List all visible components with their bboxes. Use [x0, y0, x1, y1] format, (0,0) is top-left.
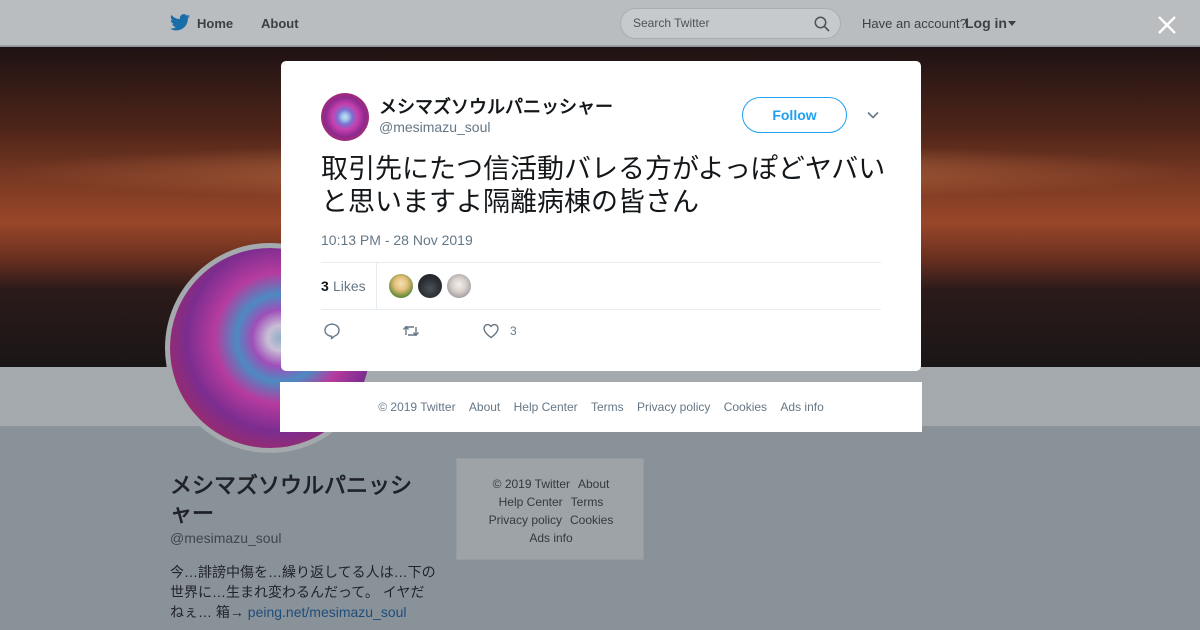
login-link[interactable]: Log in	[965, 15, 1007, 31]
chevron-down-icon[interactable]	[1008, 21, 1016, 26]
nav-home-link[interactable]: Home	[197, 16, 233, 31]
footer-cookies-link[interactable]: Cookies	[570, 513, 613, 527]
profile-name: メシマズソウルパニッシャー	[170, 473, 413, 526]
liker-avatar[interactable]	[418, 274, 442, 298]
chevron-down-icon[interactable]	[867, 111, 879, 119]
retweet-icon[interactable]	[402, 322, 420, 340]
footer-privacy-link[interactable]: Privacy policy	[489, 513, 562, 527]
have-account-text: Have an account?	[862, 16, 967, 31]
top-navigation-bar: Home About Search Twitter Have an accoun…	[0, 0, 1200, 46]
follow-button[interactable]: Follow	[742, 97, 847, 133]
search-placeholder: Search Twitter	[633, 16, 710, 30]
divider	[376, 263, 377, 309]
twitter-bird-icon[interactable]	[170, 14, 190, 31]
divider	[321, 309, 881, 310]
footer-ads-link[interactable]: Ads info	[529, 531, 572, 545]
likes-label[interactable]: Likes	[333, 278, 366, 294]
liker-avatar[interactable]	[389, 274, 413, 298]
close-icon[interactable]	[1156, 14, 1178, 36]
tweet-text: 取引先にたつ信活動バレる方がよっぽどヤバいと思いますよ隔離病棟の皆さん	[321, 154, 886, 217]
tweet-author-handle[interactable]: @mesimazu_soul	[379, 119, 490, 135]
footer-ads-link[interactable]: Ads info	[780, 400, 823, 414]
profile-handle: @mesimazu_soul	[170, 530, 282, 546]
footer-about-link[interactable]: About	[578, 477, 609, 491]
divider	[321, 262, 881, 263]
footer-copyright: © 2019 Twitter	[492, 477, 570, 491]
tweet-author-name[interactable]: メシマズソウルパニッシャー	[379, 93, 613, 119]
tweet-timestamp[interactable]: 10:13 PM - 28 Nov 2019	[321, 232, 473, 248]
heart-icon[interactable]	[482, 322, 500, 340]
footer-help-link[interactable]: Help Center	[514, 400, 578, 414]
modal-footer: © 2019 Twitter About Help Center Terms P…	[280, 382, 922, 432]
liker-avatar[interactable]	[447, 274, 471, 298]
profile-bio-link[interactable]: peing.net/mesimazu_soul	[248, 604, 407, 620]
footer-cookies-link[interactable]: Cookies	[724, 400, 767, 414]
search-icon[interactable]	[814, 16, 830, 32]
nav-about-link[interactable]: About	[261, 16, 299, 31]
tweet-modal: メシマズソウルパニッシャー @mesimazu_soul Follow 取引先に…	[281, 61, 921, 371]
footer-about-link[interactable]: About	[469, 400, 500, 414]
like-count: 3	[510, 324, 517, 338]
sidebar-footer: © 2019 Twitter About Help Center Terms Pri…	[456, 458, 644, 560]
footer-terms-link[interactable]: Terms	[591, 400, 624, 414]
footer-terms-link[interactable]: Terms	[571, 495, 604, 509]
footer-help-link[interactable]: Help Center	[499, 495, 563, 509]
tweet-author-avatar[interactable]	[321, 93, 369, 141]
footer-privacy-link[interactable]: Privacy policy	[637, 400, 710, 414]
search-input[interactable]: Search Twitter	[620, 8, 841, 39]
footer-copyright: © 2019 Twitter	[378, 400, 456, 414]
reply-icon[interactable]	[323, 322, 341, 340]
likes-count[interactable]: 3	[321, 278, 329, 294]
profile-bio: 今…誹謗中傷を…繰り返してる人は…下の世界に…生まれ変わるんだって。 イヤだねぇ…	[170, 562, 438, 622]
